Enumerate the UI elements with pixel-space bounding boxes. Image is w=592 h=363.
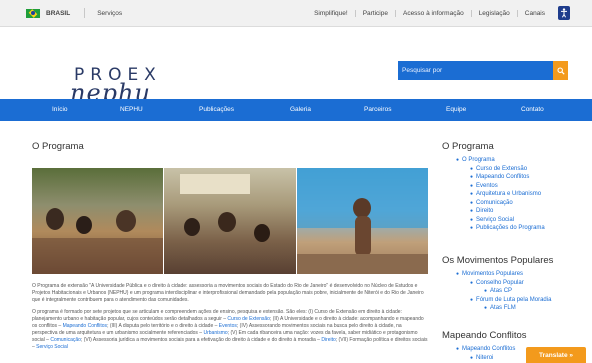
nav-inicio[interactable]: Início	[52, 106, 68, 113]
sidebar-item[interactable]: ● Serviço Social	[456, 216, 545, 225]
sidebar-item[interactable]: ● Fórum de Luta pela Moradia	[456, 296, 551, 305]
para2-text-c: ; (III) A disputa pelo território e o di…	[107, 323, 218, 329]
sidebar-item[interactable]: ● Comunicação	[456, 199, 545, 208]
link-comunicacao[interactable]: Comunicação	[50, 337, 81, 343]
sidebar-item[interactable]: ● Arquitetura e Urbanismo	[456, 190, 545, 199]
site-header: PROEX nephu	[0, 27, 592, 107]
projects-paragraph: O programa é formado por sete projetos q…	[32, 309, 428, 351]
link-mapeando-conflitos[interactable]: Mapeando Conflitos	[63, 323, 107, 329]
translate-button[interactable]: Translate »	[526, 347, 586, 363]
sidebar-item[interactable]: ● Mapeando Conflitos	[456, 345, 515, 354]
nav-galeria[interactable]: Galeria	[290, 106, 311, 113]
sidebar-item[interactable]: ● Curso de Extensão	[456, 165, 545, 174]
search-button[interactable]	[553, 61, 568, 80]
sidebar-item[interactable]: ● O Programa	[456, 156, 545, 165]
photo-classroom-1	[32, 168, 164, 274]
nav-contato[interactable]: Contato	[521, 106, 544, 113]
gov-brasil-link[interactable]: BRASIL	[46, 10, 70, 17]
gov-link-acesso[interactable]: Acesso à informação	[396, 9, 472, 17]
sidebar-title-mapeando: Mapeando Conflitos	[442, 330, 527, 341]
sidebar-list-programa: ● O Programa ● Curso de Extensão ● Mapeando…	[456, 156, 545, 233]
sidebar-item[interactable]: ● Conselho Popular	[456, 279, 551, 288]
gov-link-legislacao[interactable]: Legislação	[472, 9, 518, 17]
gov-servicos-link[interactable]: Serviços	[97, 10, 122, 17]
link-curso-extensao[interactable]: Curso de Extensão	[227, 316, 270, 322]
brazil-flag-icon[interactable]	[26, 8, 40, 18]
nav-equipe[interactable]: Equipe	[446, 106, 466, 113]
sidebar-item[interactable]: ● Atas CP	[456, 287, 551, 296]
intro-paragraph: O Programa de extensão "A Universidade P…	[32, 283, 424, 303]
gov-link-participe[interactable]: Participe	[356, 9, 396, 17]
para2-text-f: ; (VI) Assessoria jurídica a movimentos …	[80, 337, 320, 343]
sidebar-item[interactable]: ● Publicações do Programa	[456, 224, 545, 233]
link-servico-social[interactable]: Serviço Social	[36, 344, 68, 350]
search-box	[398, 61, 568, 80]
link-urbanismo[interactable]: Urbanismo	[203, 330, 227, 336]
main-nav: Início NEPHU Publicações Galeria Parceir…	[0, 99, 592, 121]
link-direito[interactable]: Direito	[321, 337, 335, 343]
photo-painting-wall	[296, 168, 428, 274]
sidebar-list-movimentos: ● Movimentos Populares ● Conselho Popular …	[456, 270, 551, 313]
sidebar-title-programa: O Programa	[442, 141, 494, 152]
nav-parceiros[interactable]: Parceiros	[364, 106, 391, 113]
gov-link-simplifique[interactable]: Simplifique!	[307, 9, 356, 17]
gov-links: Simplifique! Participe Acesso à informaç…	[307, 9, 552, 17]
nav-nephu[interactable]: NEPHU	[120, 106, 143, 113]
page-title: O Programa	[32, 141, 84, 152]
gov-bar: BRASIL Serviços Simplifique! Participe A…	[0, 0, 592, 27]
accessibility-figure-icon	[561, 8, 567, 18]
sidebar-list-mapeando: ● Mapeando Conflitos ● Niteroi	[456, 345, 515, 362]
photo-classroom-2	[164, 168, 296, 274]
sidebar-item[interactable]: ● Direito	[456, 207, 545, 216]
sidebar-item[interactable]: ● Mapeando Conflitos	[456, 173, 545, 182]
link-eventos[interactable]: Eventos	[219, 323, 237, 329]
sidebar-title-movimentos: Os Movimentos Populares	[442, 255, 554, 266]
search-icon	[556, 66, 565, 75]
accessibility-icon[interactable]	[558, 6, 570, 20]
search-input[interactable]	[398, 61, 553, 80]
gov-link-canais[interactable]: Canais	[518, 10, 552, 17]
photo-strip	[32, 168, 428, 274]
sidebar-item[interactable]: ● Movimentos Populares	[456, 270, 551, 279]
nav-publicacoes[interactable]: Publicações	[199, 106, 234, 113]
gov-divider	[84, 8, 86, 18]
sidebar-item[interactable]: ● Eventos	[456, 182, 545, 191]
sidebar-item[interactable]: ● Niteroi	[456, 354, 515, 363]
sidebar-item[interactable]: ● Atas FLM	[456, 304, 551, 313]
